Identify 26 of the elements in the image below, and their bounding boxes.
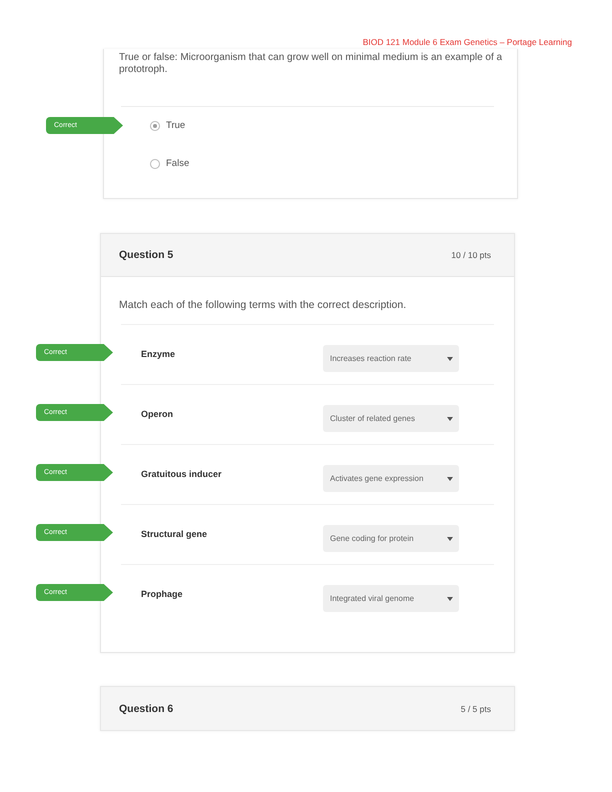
term-label: Gratuitous inducer (141, 468, 223, 480)
term-label: Structural gene (141, 528, 208, 540)
question-text: Match each of the following terms with the correct description. (118, 298, 408, 311)
points-label: 10 / 10 pts (451, 250, 491, 260)
caret-icon (447, 476, 453, 480)
caret-icon (447, 596, 453, 600)
term-label: Enzyme (141, 348, 176, 360)
caret-icon (447, 536, 453, 540)
term-label: Prophage (141, 588, 184, 600)
term-label: Operon (141, 408, 174, 420)
caret-icon (447, 356, 453, 360)
question-text: True or false: Microorganism that can grow well on minimal medium is an example of a prototroph. (118, 51, 504, 76)
answer-dropdown[interactable]: Integrated viral genome (323, 585, 459, 612)
answer-dropdown[interactable]: Activates gene expression (323, 465, 459, 492)
answer-dropdown[interactable]: Cluster of related genes (323, 405, 459, 432)
question-title: Question 6 (119, 702, 174, 714)
question-title: Question 5 (119, 249, 174, 261)
answer-dropdown[interactable]: Gene coding for protein (323, 525, 459, 552)
points-label: 5 / 5 pts (460, 704, 491, 714)
caret-icon (447, 416, 453, 420)
option-label: False (166, 158, 190, 170)
radio-button[interactable] (150, 121, 160, 131)
answer-dropdown[interactable]: Increases reaction rate (323, 345, 459, 372)
radio-button[interactable] (150, 159, 160, 169)
option-label: True (166, 120, 186, 132)
document-header: BIOD 121 Module 6 Exam Genetics – Portage Learning (362, 36, 572, 49)
